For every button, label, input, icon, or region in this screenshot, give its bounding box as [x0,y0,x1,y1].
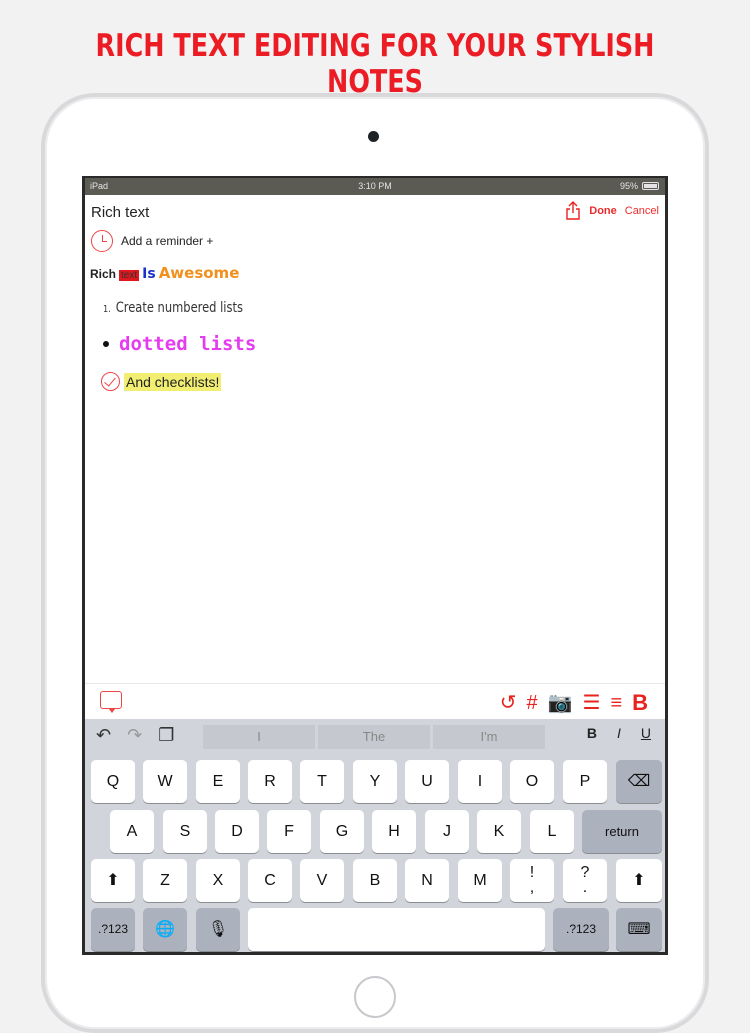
suggestion-1[interactable]: I [203,725,315,749]
key-g[interactable]: G [320,810,364,853]
key-a[interactable]: A [110,810,154,853]
numbered-list-item[interactable]: 1. Create numbered lists [103,300,243,316]
list-number: 1. [103,304,111,315]
shift-key-left[interactable]: ⬆ [91,859,135,902]
return-key[interactable]: return [582,810,662,853]
checklist-item[interactable]: And checklists! [101,372,222,391]
dotted-list-item[interactable]: dotted lists [103,333,256,355]
cancel-button[interactable]: Cancel [625,205,659,217]
add-reminder-row[interactable]: Add a reminder + [91,230,213,252]
kb-bold-button[interactable]: B [587,725,597,741]
share-icon[interactable] [565,201,581,220]
text-align-icon[interactable]: ≡ [610,692,622,714]
key-i[interactable]: I [458,760,502,803]
key-x[interactable]: X [196,859,240,902]
word-is: Is [142,266,156,282]
key-j[interactable]: J [425,810,469,853]
add-reminder-label: Add a reminder + [121,234,214,248]
key-l[interactable]: L [530,810,574,853]
onscreen-keyboard: ↶ ↷ ❐ I The I'm B I U Q W E R T Y U I O … [85,719,665,952]
key-e[interactable]: E [196,760,240,803]
battery-percent: 95% [619,181,638,191]
list-format-icon[interactable]: ☰ [583,692,601,714]
key-w[interactable]: W [143,760,187,803]
space-bar[interactable] [248,908,545,951]
microphone-icon[interactable]: 🎙 [196,908,240,951]
key-q[interactable]: Q [91,760,135,803]
device-screen: iPad 3:10 PM 95% Rich text Done Cancel A… [82,176,668,955]
done-button[interactable]: Done [589,205,617,217]
kb-italic-button[interactable]: I [617,725,621,741]
key-k[interactable]: K [477,810,521,853]
kb-redo-icon[interactable]: ↷ [127,725,142,746]
numbered-list-text: Create numbered lists [115,300,243,316]
word-rich: Rich [90,267,117,281]
keyboard-dismiss-icon[interactable] [100,691,122,713]
shift-key-right[interactable]: ⬆ [616,859,662,902]
format-toolbar: ↺ # 📷 ☰ ≡ B [85,683,665,721]
hide-keyboard-icon[interactable]: ⌨ [616,908,662,951]
key-y[interactable]: Y [353,760,397,803]
note-title: Rich text [91,204,150,221]
key-z[interactable]: Z [143,859,187,902]
checklist-text: And checklists! [124,372,222,391]
check-circle-icon[interactable] [101,372,120,391]
backspace-key[interactable]: ⌫ [616,760,662,803]
key-u[interactable]: U [405,760,449,803]
numbers-key-left[interactable]: .?123 [91,908,135,951]
dotted-list-text: dotted lists [119,333,257,355]
rich-text-line[interactable]: Rich text Is Awesome [90,264,239,282]
camera-icon[interactable]: 📷 [548,692,573,714]
kb-underline-button[interactable]: U [641,725,651,741]
note-navbar: Rich text Done Cancel [85,195,665,227]
key-v[interactable]: V [300,859,344,902]
key-p[interactable]: P [563,760,607,803]
suggestion-3[interactable]: I'm [433,725,545,749]
numbers-key-right[interactable]: .?123 [553,908,609,951]
key-exclamation-comma[interactable]: ! , [510,859,554,902]
key-b[interactable]: B [353,859,397,902]
status-bar: iPad 3:10 PM 95% [85,178,665,195]
key-h[interactable]: H [372,810,416,853]
home-button[interactable] [354,976,396,1018]
kb-paste-icon[interactable]: ❐ [158,725,174,746]
key-m[interactable]: M [458,859,502,902]
key-t[interactable]: T [300,760,344,803]
bullet-dot [103,341,109,347]
status-time: 3:10 PM [358,181,392,191]
key-f[interactable]: F [267,810,311,853]
battery-status: 95% [620,181,659,191]
globe-icon[interactable]: 🌐 [143,908,187,951]
undo-icon[interactable]: ↺ [500,692,517,714]
suggestion-2[interactable]: The [318,725,430,749]
key-r[interactable]: R [248,760,292,803]
key-question-period[interactable]: ? . [563,859,607,902]
battery-icon [642,182,659,190]
hashtag-icon[interactable]: # [526,692,537,714]
front-camera [368,131,379,142]
word-text-highlighted: text [119,270,140,281]
kb-undo-icon[interactable]: ↶ [96,725,111,746]
key-d[interactable]: D [215,810,259,853]
key-o[interactable]: O [510,760,554,803]
word-awesome: Awesome [158,264,240,282]
promo-headline: RICH TEXT EDITING FOR YOUR STYLISH NOTES [95,28,655,100]
bold-format-button[interactable]: B [632,690,648,716]
keyboard-shortcut-bar: ↶ ↷ ❐ I The I'm B I U [85,719,665,751]
alarm-clock-icon [91,230,113,252]
key-s[interactable]: S [163,810,207,853]
key-n[interactable]: N [405,859,449,902]
key-c[interactable]: C [248,859,292,902]
